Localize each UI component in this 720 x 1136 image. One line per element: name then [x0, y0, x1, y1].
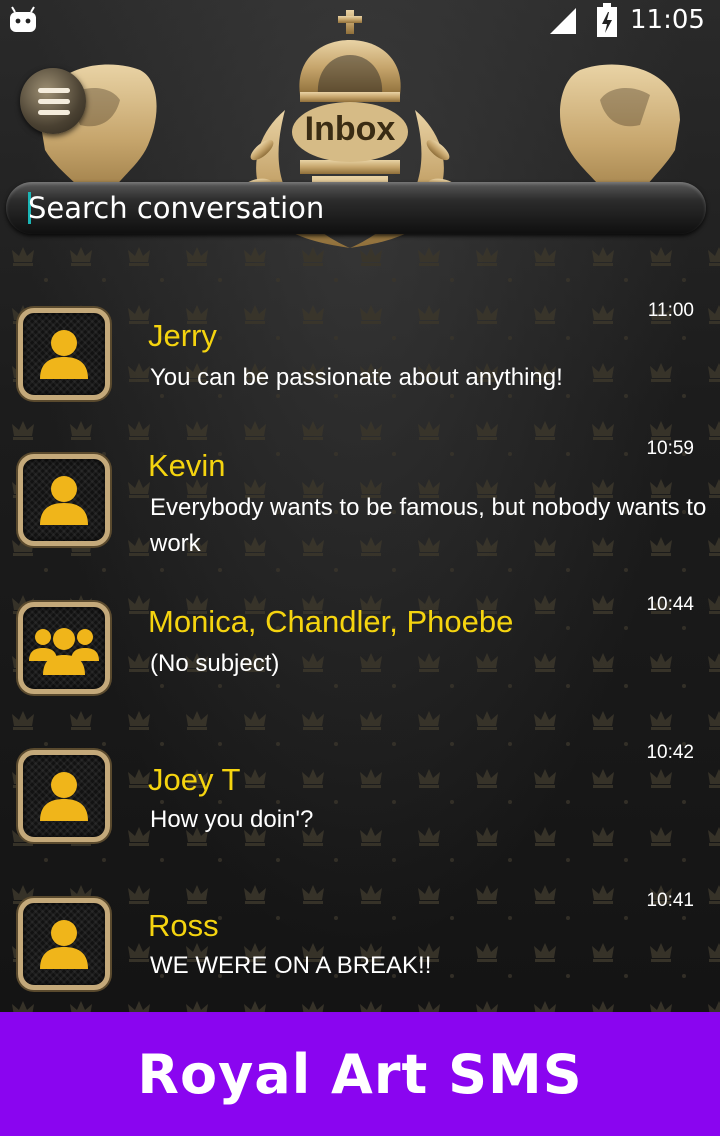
conversation-item[interactable]: Kevin Everybody wants to be famous, but …	[0, 428, 720, 558]
search-input[interactable]	[28, 182, 688, 234]
person-icon	[40, 772, 88, 821]
inbox-screen: 11:05 Inbox Search conversation Jerry Yo…	[0, 0, 720, 1012]
contact-name: Joey T	[148, 762, 241, 797]
contact-name: Monica, Chandler, Phoebe	[148, 604, 514, 639]
inbox-title: Inbox	[304, 110, 396, 148]
message-time: 10:41	[646, 890, 694, 911]
contact-avatar[interactable]	[18, 750, 110, 842]
message-time: 10:59	[646, 438, 694, 459]
message-snippet: Everybody wants to be famous, but nobody…	[150, 494, 707, 557]
contact-name: Ross	[148, 908, 219, 943]
conversation-item[interactable]: Joey T How you doin'? 10:42	[0, 740, 720, 870]
app-name: Royal Art SMS	[137, 1042, 583, 1106]
message-time: 10:44	[646, 594, 694, 615]
contact-avatar[interactable]	[18, 454, 110, 546]
search-bar[interactable]	[6, 182, 706, 234]
person-icon	[40, 330, 88, 379]
message-snippet: WE WERE ON A BREAK!!	[150, 952, 432, 979]
message-snippet: How you doin'?	[150, 806, 314, 833]
contact-name: Jerry	[148, 318, 217, 353]
contact-avatar[interactable]	[18, 602, 110, 694]
contact-name: Kevin	[148, 448, 226, 483]
conversation-item[interactable]: Monica, Chandler, Phoebe (No subject) 10…	[0, 590, 720, 720]
menu-button[interactable]	[20, 68, 86, 134]
menu-icon	[38, 88, 70, 93]
crown-icon	[299, 10, 401, 102]
contact-avatar[interactable]	[18, 308, 110, 400]
message-snippet: (No subject)	[150, 650, 280, 677]
conversation-item[interactable]: Jerry You can be passionate about anythi…	[0, 290, 720, 420]
person-icon	[40, 920, 88, 969]
contact-avatar[interactable]	[18, 898, 110, 990]
person-icon	[40, 476, 88, 525]
message-snippet: You can be passionate about anything!	[150, 364, 563, 391]
group-icon	[29, 628, 99, 675]
message-time: 10:42	[646, 742, 694, 763]
app-name-banner: Royal Art SMS	[0, 1012, 720, 1136]
conversation-item[interactable]: Ross WE WERE ON A BREAK!! 10:41	[0, 888, 720, 1012]
message-time: 11:00	[647, 300, 694, 321]
